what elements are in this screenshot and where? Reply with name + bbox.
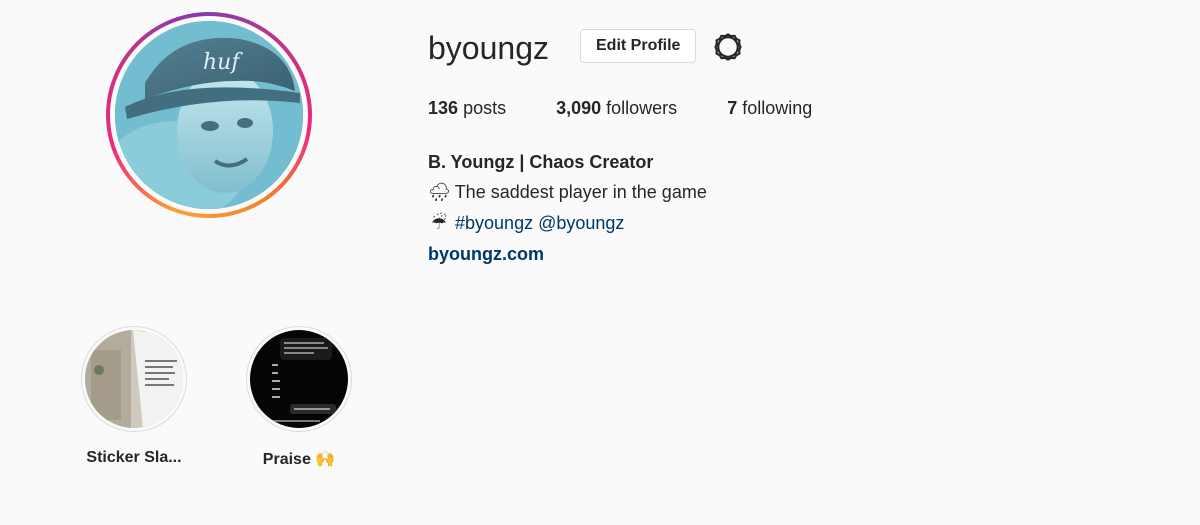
- story-highlight-praise[interactable]: Praise 🙌: [219, 326, 379, 469]
- bio-tagline: The saddest player in the game: [454, 182, 707, 202]
- mention-link[interactable]: @byoungz: [538, 213, 624, 233]
- highlight-thumbnail: [85, 330, 183, 428]
- followers-label: followers: [606, 98, 678, 118]
- gear-icon[interactable]: [712, 31, 744, 63]
- edit-profile-button[interactable]: Edit Profile: [580, 29, 697, 63]
- profile-page: huf byoungz Edit Profile 136 posts 3,090…: [0, 0, 1200, 525]
- following-label: following: [742, 98, 813, 118]
- posts-count: 136: [428, 98, 459, 118]
- username: byoungz: [428, 30, 549, 66]
- highlight-thumbnail: [250, 330, 348, 428]
- avatar-gap: huf: [110, 16, 308, 214]
- highlight-ring: [246, 326, 352, 432]
- dark-chat-thumbnail: [250, 330, 348, 428]
- followers-count: 3,090: [556, 98, 602, 118]
- bio-line-1: 🌧 The saddest player in the game: [428, 177, 707, 208]
- followers-stat[interactable]: 3,090 followers: [556, 96, 677, 120]
- highlight-label: Sticker Sla...: [86, 449, 182, 466]
- profile-stats: 136 posts 3,090 followers 7 following: [428, 96, 862, 120]
- following-count: 7: [727, 98, 738, 118]
- following-stat[interactable]: 7 following: [727, 96, 812, 120]
- profile-bio: B. Youngz | Chaos Creator 🌧 The saddest …: [428, 147, 707, 269]
- rain-cloud-icon: 🌧: [428, 182, 451, 203]
- website-link[interactable]: byoungz.com: [428, 244, 544, 264]
- profile-avatar-story-ring[interactable]: huf: [106, 12, 312, 218]
- highlight-ring: [81, 326, 187, 432]
- bio-line-2: ☔ #byoungz @byoungz: [428, 208, 707, 239]
- highlight-label: Praise 🙌: [262, 451, 336, 468]
- avatar[interactable]: huf: [115, 21, 303, 209]
- wall-sticker-thumbnail: [85, 330, 183, 428]
- hashtag-link[interactable]: #byoungz: [455, 213, 533, 233]
- story-highlight-sticker[interactable]: Sticker Sla...: [54, 326, 214, 467]
- avatar-photo: huf: [115, 21, 303, 209]
- posts-label: posts: [463, 98, 507, 118]
- umbrella-rain-icon: ☔: [430, 213, 448, 234]
- bio-full-name: B. Youngz | Chaos Creator: [428, 152, 654, 172]
- posts-stat: 136 posts: [428, 96, 506, 120]
- website-row: byoungz.com: [428, 239, 707, 269]
